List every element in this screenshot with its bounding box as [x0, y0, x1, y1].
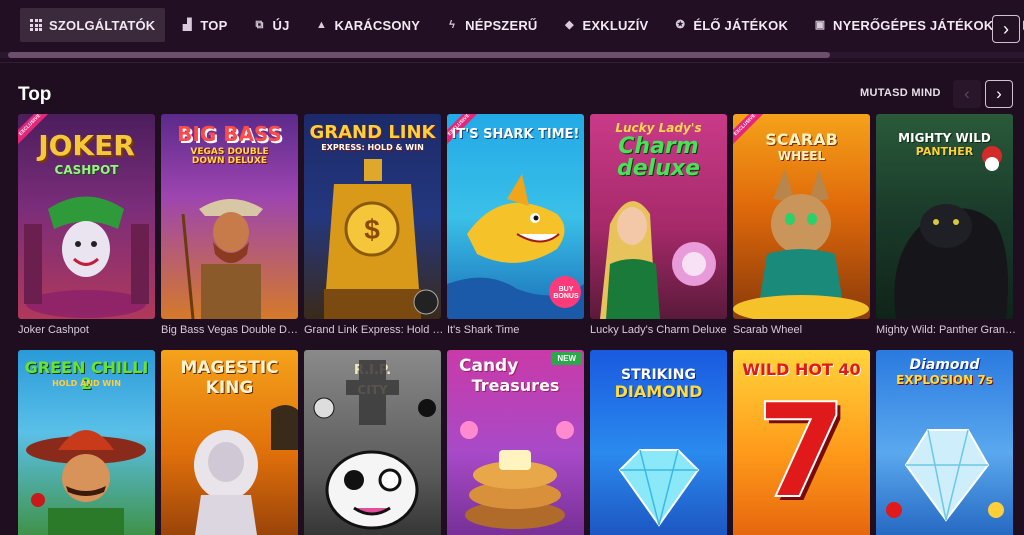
divider [0, 62, 1024, 63]
category-nav: SZOLGÁLTATÓK ▟ TOP ⧉ ÚJ ▲ KARÁCSONY ϟ NÉ… [0, 0, 1024, 60]
bar-chart-icon: ▟ [183, 19, 192, 31]
new-icon: ⧉ [255, 19, 264, 31]
game-tile-candy-treasures[interactable]: NEW Candy Treasures [447, 350, 584, 535]
svg-text:$: $ [364, 214, 380, 245]
game-title[interactable]: Grand Link Express: Hold & Win [304, 324, 444, 336]
nav-scrollbar-thumb[interactable] [8, 52, 830, 58]
tab-top[interactable]: ▟ TOP [171, 8, 237, 42]
tab-label: SZOLGÁLTATÓK [49, 17, 156, 33]
lightning-icon: ϟ [449, 19, 456, 31]
tab-karacsony[interactable]: ▲ KARÁCSONY [306, 8, 431, 42]
game-tile-magestic-king[interactable]: MAGESTIC KING [161, 350, 298, 535]
tab-label: ÉLŐ JÁTÉKOK [693, 17, 789, 33]
section-title: Top [18, 84, 52, 105]
panther-illustration [894, 146, 1009, 319]
game-tile-striking-diamond[interactable]: STRIKING DIAMOND [590, 350, 727, 535]
santa-hat-icon: ▲ [315, 19, 328, 31]
nav-scrollbar[interactable] [0, 52, 1024, 58]
game-title[interactable]: Big Bass Vegas Double Down Deluxe [161, 324, 301, 336]
game-tile-big-bass-vegas[interactable]: BIG BASS VEGAS DOUBLE DOWN DELUXE [161, 114, 298, 319]
grid-icon [30, 19, 42, 31]
slot-machine-icon: ▣ [814, 19, 826, 31]
cat-illustration [733, 169, 869, 319]
game-title[interactable]: Lucky Lady's Charm Deluxe [590, 324, 730, 336]
cat-skull-illustration [313, 360, 436, 530]
game-tile-rip-city[interactable]: R.I.P. CITY [304, 350, 441, 535]
chevron-right-icon: › [996, 84, 1002, 103]
game-tile-green-chilli-2[interactable]: GREEN CHILLI 2 HOLD AND WIN [18, 350, 155, 535]
tab-exkluziv[interactable]: ◆ EXKLUZÍV [554, 8, 659, 42]
pancake-illustration [460, 421, 574, 529]
chevron-right-icon: › [1003, 18, 1009, 39]
tab-label: ÚJ [272, 17, 290, 33]
tab-szolgaltatok[interactable]: SZOLGÁLTATÓK [20, 8, 166, 42]
game-tile-diamond-explosion-7s[interactable]: Diamond EXPLOSION 7s [876, 350, 1013, 535]
game-title[interactable]: Joker Cashpot [18, 324, 158, 336]
tab-label: KARÁCSONY [334, 17, 421, 33]
joker-illustration [24, 196, 149, 318]
chip-icon: ✪ [675, 19, 686, 31]
game-title[interactable]: Scarab Wheel [733, 324, 873, 336]
carousel-next-button[interactable]: › [985, 80, 1013, 108]
game-tile-wild-hot-40[interactable]: WILD HOT 40 7 [733, 350, 870, 535]
game-tile-mighty-wild-panther[interactable]: MIGHTY WILD PANTHER [876, 114, 1013, 319]
tab-uj[interactable]: ⧉ ÚJ [243, 8, 299, 42]
tab-label: EXKLUZÍV [582, 17, 649, 33]
game-logo-sub: 7 [755, 375, 847, 527]
tab-label: NÉPSZERŰ [465, 17, 538, 33]
chevron-left-icon: ‹ [964, 84, 970, 103]
game-tile-lucky-ladys-charm[interactable]: Lucky Lady's Charm deluxe [590, 114, 727, 319]
buy-bonus-label: BUY BONUS [553, 286, 579, 300]
category-nav-items: SZOLGÁLTATÓK ▟ TOP ⧉ ÚJ ▲ KARÁCSONY ϟ NÉ… [20, 8, 1024, 42]
game-tile-joker-cashpot[interactable]: EXCLUSIVE JOKER CASHPOT [18, 114, 155, 319]
diamond-illustration [618, 449, 700, 527]
lady-illustration [600, 201, 716, 319]
game-tile-grand-link-express[interactable]: GRAND LINK EXPRESS: HOLD & WIN $ [304, 114, 441, 319]
tab-label: NYERŐGÉPES JÁTÉKOK [833, 17, 994, 33]
show-all-link[interactable]: MUTASD MIND [860, 87, 941, 99]
tab-nepszeru[interactable]: ϟ NÉPSZERŰ [436, 8, 547, 42]
carousel-prev-button[interactable]: ‹ [953, 80, 981, 108]
diamond-illustration [886, 429, 1004, 522]
game-tile-scarab-wheel[interactable]: EXCLUSIVE SCARAB WHEEL [733, 114, 870, 319]
game-title[interactable]: It's Shark Time [447, 324, 587, 336]
tab-nyerogepes-jatekok[interactable]: ▣ NYERŐGÉPES JÁTÉKOK [804, 8, 1003, 42]
nav-next-button[interactable]: › [992, 15, 1020, 43]
mexican-man-illustration [26, 430, 146, 535]
tab-label: TOP [200, 17, 228, 33]
cards-icon: ▯ [1019, 19, 1024, 31]
train-illustration: $ [324, 159, 439, 319]
diamond-icon: ◆ [565, 19, 574, 31]
game-tile-its-shark-time[interactable]: EXCLUSIVE IT'S SHARK TIME! BUY BONUS [447, 114, 584, 319]
fisherman-illustration [181, 199, 263, 319]
tab-elo-jatekok[interactable]: ✪ ÉLŐ JÁTÉKOK [664, 8, 798, 42]
lion-illustration [194, 405, 298, 535]
game-title[interactable]: Mighty Wild: Panther Grand Gold Edition [876, 324, 1016, 336]
